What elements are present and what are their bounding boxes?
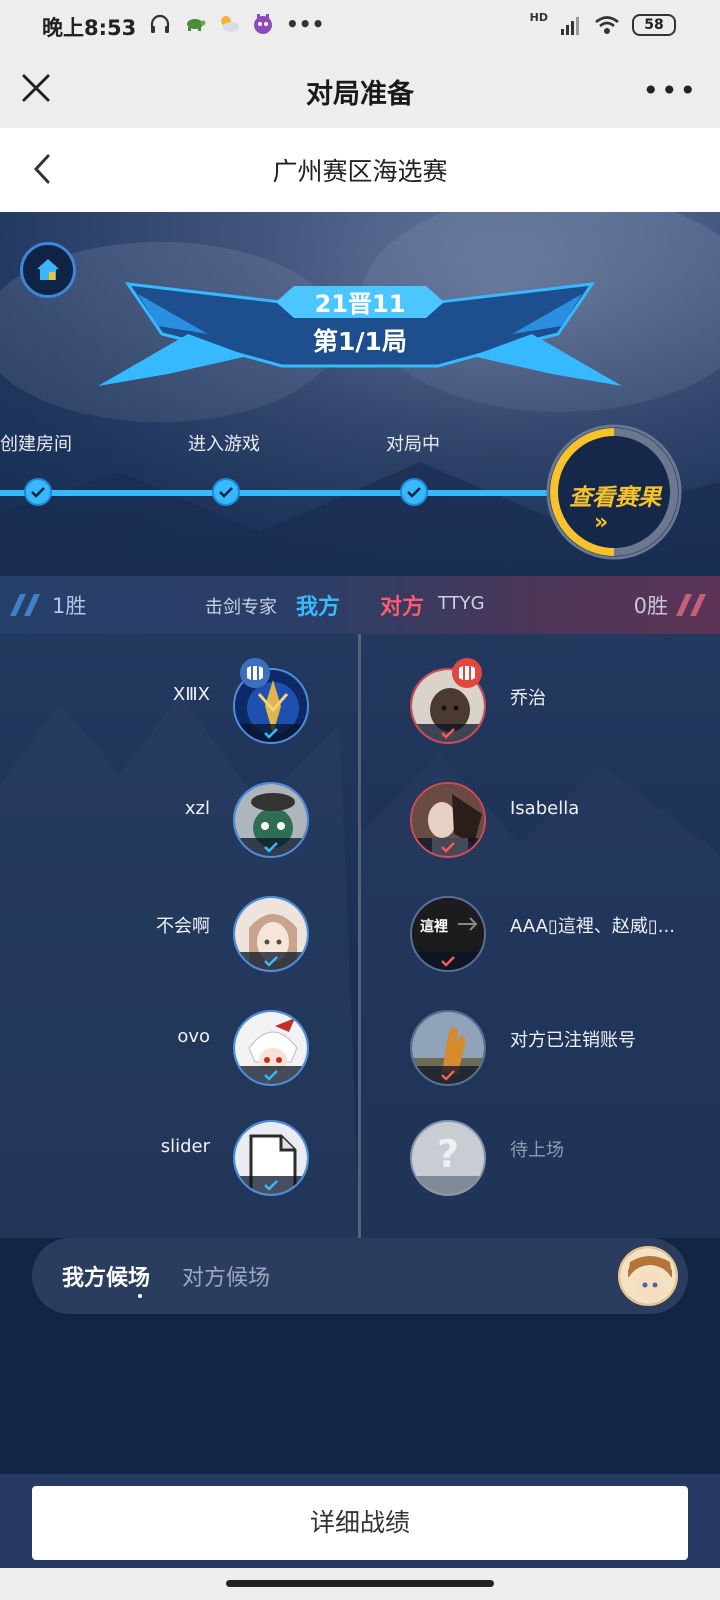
round-indicator: 第1/1局 [313,327,407,356]
bottom-action-area: 详细战绩 [0,1474,720,1568]
captain-badge-icon [452,658,482,688]
step-label-enter-game: 进入游戏 [188,434,260,455]
ready-check-icon [412,724,484,742]
turtle-icon [187,19,206,31]
ready-check-icon [412,1066,484,1084]
ready-check-icon [235,724,307,742]
ready-check-icon [235,952,307,970]
player-name: XⅢX [172,684,210,705]
lineup-panel: XⅢX xzl 不会啊 ovo slider 乔治 Isabella 這裡 AA… [0,634,720,1238]
step-check-icon [212,478,240,506]
network-type: HD [529,10,548,24]
ready-check-icon [412,838,484,856]
team-scoreboard: 1胜 击剑专家 我方 对方 TTYG 0胜 [0,576,720,634]
page-title: 广州赛区海选赛 [272,157,448,186]
more-notifications-icon: ••• [286,12,325,36]
status-bar: 晚上8:53 ••• HD 58 [0,0,720,52]
step-check-icon [24,478,52,506]
round-banner: 21晋11 第1/1局 [98,274,622,394]
wifi-icon [595,16,619,34]
home-icon [37,259,59,280]
progress-line [0,490,560,496]
step-label-in-match: 对局中 [386,434,440,455]
home-indicator[interactable] [226,1580,494,1587]
opponent-team-name: TTYG [438,593,485,614]
step-label-create-room: 创建房间 [0,434,72,455]
tab-opponent-bench[interactable]: 对方候场 [182,1260,270,1292]
ready-check-icon [235,838,307,856]
signal-icon [561,17,579,35]
my-team-wins: 1胜 [52,594,87,618]
stripes-right-icon [676,594,706,616]
player-name: ovo [177,1026,210,1047]
player-avatar[interactable] [233,1010,309,1086]
tab-my-bench[interactable]: 我方候场 [62,1260,150,1292]
player-name: slider [160,1136,210,1157]
system-navigation [0,1568,720,1600]
more-options-icon[interactable]: ••• [642,74,698,107]
opponent-team-tag: 对方 [380,595,425,620]
status-time: 晚上8:53 [42,16,137,40]
avatar-text: 這裡 [420,919,448,935]
player-name: 乔治 [510,688,546,709]
player-name: xzl [184,798,210,819]
home-button[interactable] [20,242,76,298]
headphones-icon [150,14,170,33]
player-avatar[interactable] [410,1010,486,1086]
empty-slot-avatar: ? [410,1120,486,1196]
page-header: 广州赛区海选赛 [0,128,720,212]
system-icons: HD 58 [529,10,676,36]
player-avatar[interactable]: 這裡 [410,896,486,972]
opponent-team-wins: 0胜 [633,594,668,618]
mini-program-title-bar: 对局准备 ••• [0,52,720,128]
player-name: 不会啊 [156,916,210,937]
my-team-tag: 我方 [296,595,341,620]
captain-badge-icon [240,658,270,688]
battery-indicator: 58 [632,14,676,36]
view-result-label[interactable]: 查看赛果 [560,478,670,512]
player-name: 对方已注销账号 [510,1030,636,1051]
window-title: 对局准备 [306,79,414,110]
stripes-left-icon [10,594,40,616]
my-team-name: 击剑专家 [205,597,277,618]
active-tab-indicator [138,1294,142,1298]
ready-check-icon [235,1066,307,1084]
player-avatar[interactable] [233,896,309,972]
ready-check-icon [412,952,484,970]
double-chevron-icon: » [594,510,609,535]
notification-icons: ••• [148,12,324,36]
player-name: AAA▯這裡、赵威▯... [510,916,675,937]
question-mark-icon: ? [436,1132,460,1176]
bench-tabs: 我方候场 对方候场 [32,1238,688,1314]
bench-player-avatar[interactable] [618,1246,678,1306]
app-face-icon [254,14,272,34]
step-check-icon [400,478,428,506]
player-avatar[interactable] [410,782,486,858]
weather-icon [221,16,239,32]
team-divider [358,634,361,1238]
player-avatar[interactable] [233,1120,309,1196]
player-name: Isabella [510,798,580,819]
player-name-pending: 待上场 [510,1140,564,1161]
player-avatar[interactable] [233,782,309,858]
arrow-right-icon [458,917,478,931]
detailed-stats-button[interactable]: 详细战绩 [32,1486,688,1560]
ready-check-icon [235,1176,307,1194]
match-score: 21晋11 [314,290,406,318]
match-hero: 21晋11 第1/1局 创建房间 进入游戏 对局中 查看赛果 » [0,212,720,576]
